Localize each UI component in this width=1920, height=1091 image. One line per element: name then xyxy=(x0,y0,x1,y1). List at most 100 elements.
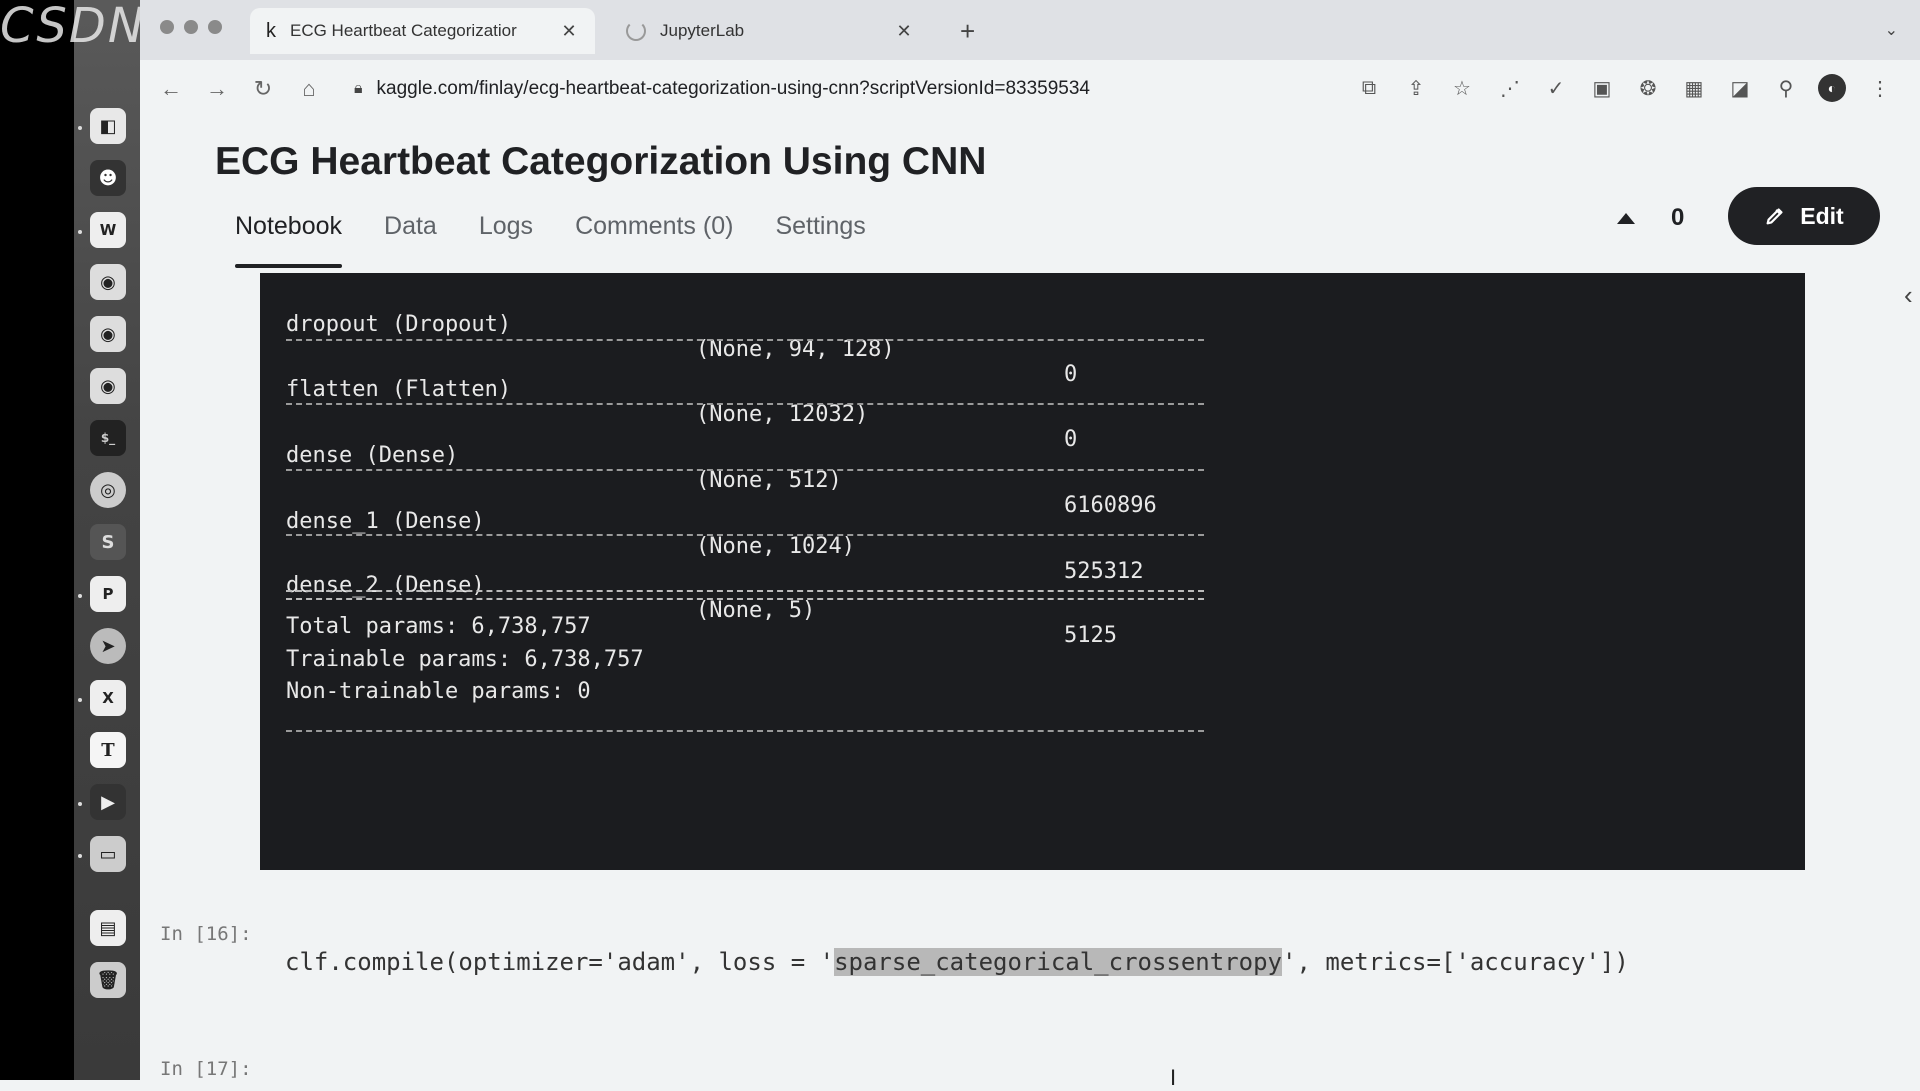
app-dock: ◧ ☻ W ◉ ◉ ◉ $_ ◎ S P ➤ X T ▶ ▭ ▤ 🗑 xyxy=(74,0,140,1080)
notebook-tabs: Notebook Data Logs Comments (0) Settings xyxy=(235,212,866,268)
close-tab-icon[interactable]: ✕ xyxy=(559,21,579,42)
wechat-icon[interactable]: ◉ xyxy=(90,368,126,404)
param-count: 0 xyxy=(1064,427,1078,452)
chrome-icon[interactable]: ◎ xyxy=(90,472,126,508)
finder-icon[interactable]: ◧ xyxy=(90,108,126,144)
tab-title: ECG Heartbeat Categorizatior xyxy=(290,21,517,40)
extension-icon[interactable]: ❂ xyxy=(1634,74,1662,102)
code-text: ', metrics=['accuracy']) xyxy=(1282,948,1629,976)
upvote-widget: 0 xyxy=(1587,188,1697,248)
param-count: 525312 xyxy=(1064,559,1144,584)
trainable-params: Trainable params: 6,738,757 xyxy=(286,647,644,672)
output-shape: (None, 12032) xyxy=(696,402,869,427)
word-icon[interactable]: W xyxy=(90,212,126,248)
tab-comments[interactable]: Comments (0) xyxy=(575,212,733,264)
edit-button-label: Edit xyxy=(1800,202,1844,229)
browser-tab-jupyterlab[interactable]: JupyterLab ✕ xyxy=(610,8,930,54)
telegram-icon[interactable]: ➤ xyxy=(90,628,126,664)
url-text: kaggle.com/finlay/ecg-heartbeat-categori… xyxy=(376,78,1090,99)
wechat-icon[interactable]: ◉ xyxy=(90,316,126,352)
terminal-icon[interactable]: $_ xyxy=(90,420,126,456)
dock-running-dot xyxy=(78,230,82,234)
tab-title: JupyterLab xyxy=(660,21,745,40)
layer-name: dense (Dense) xyxy=(286,443,459,468)
layer-name: dropout (Dropout) xyxy=(286,312,512,337)
document-icon[interactable]: ▤ xyxy=(90,910,126,946)
qq-icon[interactable]: ☻ xyxy=(90,160,126,196)
url-field[interactable]: 🔒︎ kaggle.com/finlay/ecg-heartbeat-categ… xyxy=(340,68,1450,110)
screen-edge xyxy=(0,0,74,1080)
layer-name: flatten (Flatten) xyxy=(286,377,512,402)
kaggle-favicon-icon: k xyxy=(266,19,276,42)
separator-line xyxy=(286,469,1204,471)
kaggle-notebook-page: ECG Heartbeat Categorization Using CNN N… xyxy=(140,120,1920,1090)
tab-logs[interactable]: Logs xyxy=(479,212,533,264)
typora-icon[interactable]: T xyxy=(90,732,126,768)
model-summary-output: dropout (Dropout) (None, 94, 128) 0 flat… xyxy=(260,273,1805,870)
separator-line xyxy=(286,534,1204,536)
extension-icon[interactable]: ✓ xyxy=(1542,74,1570,102)
reload-icon[interactable]: ↻ xyxy=(246,72,280,106)
vote-count: 0 xyxy=(1671,204,1685,231)
wechat-icon[interactable]: ◉ xyxy=(90,264,126,300)
cell-prompt: In [16]: xyxy=(160,923,252,945)
profile-avatar-icon[interactable]: ◐ xyxy=(1818,74,1846,102)
bookmark-star-icon[interactable]: ☆ xyxy=(1448,74,1476,102)
dock-running-dot xyxy=(78,698,82,702)
extension-icon[interactable]: ⚲ xyxy=(1772,74,1800,102)
address-bar-row: ← → ↻ ⌂ 🔒︎ kaggle.com/finlay/ecg-heartbe… xyxy=(140,60,1920,120)
edit-button[interactable]: Edit xyxy=(1728,187,1880,245)
non-trainable-params: Non-trainable params: 0 xyxy=(286,679,591,704)
screenshot-icon[interactable]: ▭ xyxy=(90,836,126,872)
extension-icon[interactable]: ▦ xyxy=(1680,74,1708,102)
dock-running-dot xyxy=(78,854,82,858)
separator-line xyxy=(286,403,1204,405)
tab-search-chevron-icon[interactable]: ⌄ xyxy=(1885,20,1898,40)
output-shape: (None, 5) xyxy=(696,598,816,623)
tab-notebook[interactable]: Notebook xyxy=(235,212,343,268)
minimize-window-button[interactable] xyxy=(184,20,198,34)
extension-icon[interactable]: ◪ xyxy=(1726,74,1754,102)
param-count: 6160896 xyxy=(1064,493,1157,518)
output-shape: (None, 1024) xyxy=(696,534,855,559)
code-text: clf.compile(optimizer='adam', loss = ' xyxy=(285,948,835,976)
browser-tab-kaggle[interactable]: k ECG Heartbeat Categorizatior ✕ xyxy=(250,8,595,54)
home-icon[interactable]: ⌂ xyxy=(292,72,326,106)
excel-icon[interactable]: X xyxy=(90,680,126,716)
pencil-icon xyxy=(1766,208,1783,225)
close-window-button[interactable] xyxy=(160,20,174,34)
tab-data[interactable]: Data xyxy=(384,212,437,264)
separator-line xyxy=(286,730,1204,732)
video-player-icon[interactable]: ▶ xyxy=(90,784,126,820)
forward-arrow-icon[interactable]: → xyxy=(200,72,234,106)
dock-running-dot xyxy=(78,126,82,130)
dock-running-dot xyxy=(78,594,82,598)
double-separator-line xyxy=(286,590,1204,600)
back-arrow-icon[interactable]: ← xyxy=(154,72,188,106)
browser-menu-icon[interactable]: ⋮ xyxy=(1866,74,1894,102)
total-params: Total params: 6,738,757 xyxy=(286,614,591,639)
new-tab-button[interactable]: + xyxy=(960,16,975,47)
upvote-arrow-icon[interactable] xyxy=(1617,212,1635,224)
cell-prompt: In [17]: xyxy=(160,1058,252,1080)
tab-settings[interactable]: Settings xyxy=(775,212,865,264)
code-cell-input[interactable]: clf.compile(optimizer='adam', loss = 'sp… xyxy=(285,948,1629,976)
close-tab-icon[interactable]: ✕ xyxy=(894,21,914,42)
param-count: 5125 xyxy=(1064,623,1117,648)
param-count: 0 xyxy=(1064,362,1078,387)
chevron-left-icon[interactable]: ‹ xyxy=(1904,280,1913,311)
output-shape: (None, 512) xyxy=(696,468,842,493)
translate-icon[interactable]: ⧉ xyxy=(1355,74,1383,102)
sublime-icon[interactable]: S xyxy=(90,524,126,560)
powerpoint-icon[interactable]: P xyxy=(90,576,126,612)
extension-icon[interactable]: ⋰ xyxy=(1496,74,1524,102)
notebook-title: ECG Heartbeat Categorization Using CNN xyxy=(215,140,987,183)
extension-icon[interactable]: ▣ xyxy=(1588,74,1616,102)
browser-chrome: k ECG Heartbeat Categorizatior ✕ Jupyter… xyxy=(140,0,1920,120)
layer-name: dense_1 (Dense) xyxy=(286,509,485,534)
share-icon[interactable]: ⇪ xyxy=(1402,74,1430,102)
selected-code-text: sparse_categorical_crossentropy xyxy=(834,948,1283,976)
dock-running-dot xyxy=(78,802,82,806)
trash-icon[interactable]: 🗑 xyxy=(90,962,126,998)
fullscreen-window-button[interactable] xyxy=(208,20,222,34)
